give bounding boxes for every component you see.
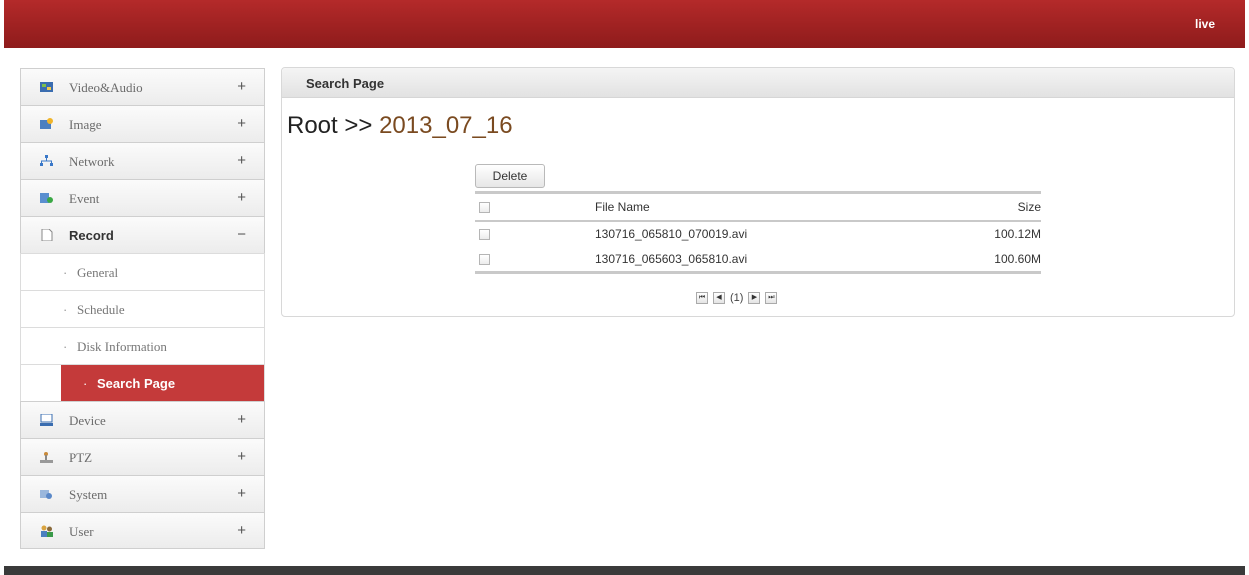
sidebar-item-video-audio[interactable]: Video&Audio + bbox=[20, 68, 265, 105]
user-icon bbox=[41, 525, 53, 537]
file-size-cell: 100.12M bbox=[994, 227, 1041, 241]
file-table: File Name Size 130716_065810_070019.avi … bbox=[475, 191, 1041, 274]
prev-page-icon[interactable]: ◀ bbox=[713, 292, 725, 304]
sidebar-item-label: PTZ bbox=[69, 450, 93, 465]
collapse-icon[interactable]: − bbox=[237, 226, 246, 243]
device-icon bbox=[40, 414, 53, 426]
expand-icon[interactable]: + bbox=[237, 522, 246, 539]
bullet-icon: · bbox=[63, 339, 68, 354]
sidebar-item-label: Device bbox=[69, 413, 106, 428]
sidebar-item-device[interactable]: Device + bbox=[20, 401, 265, 438]
bullet-icon: · bbox=[83, 376, 88, 391]
sidebar-item-label: Event bbox=[69, 191, 100, 206]
sidebar-item-network[interactable]: Network + bbox=[20, 142, 265, 179]
delete-button[interactable]: Delete bbox=[475, 164, 545, 188]
sidebar-subitem-label: Search Page bbox=[97, 376, 176, 391]
bullet-icon: · bbox=[63, 265, 68, 280]
record-icon bbox=[41, 229, 53, 241]
breadcrumb: Root >> 2013_07_16 bbox=[287, 112, 513, 140]
expand-icon[interactable]: + bbox=[237, 485, 246, 502]
file-size-cell: 100.60M bbox=[936, 246, 1041, 274]
sidebar-item-label: User bbox=[69, 524, 94, 539]
row-checkbox-cell bbox=[475, 221, 595, 247]
expand-icon[interactable]: + bbox=[237, 115, 246, 132]
sidebar-item-system[interactable]: System + bbox=[20, 475, 265, 512]
sidebar-item-image[interactable]: Image + bbox=[20, 105, 265, 142]
sidebar-item-ptz[interactable]: PTZ + bbox=[20, 438, 265, 475]
row-checkbox[interactable] bbox=[479, 229, 490, 241]
sidebar-item-label: System bbox=[69, 487, 108, 502]
network-icon bbox=[40, 155, 53, 166]
sidebar-subitem-disk-information[interactable]: · Disk Information bbox=[20, 327, 265, 364]
sidebar-item-label: Record bbox=[69, 228, 114, 243]
expand-icon[interactable]: + bbox=[237, 411, 246, 428]
expand-icon[interactable]: + bbox=[237, 152, 246, 169]
last-page-icon[interactable]: ⏭ bbox=[765, 292, 778, 304]
top-header-bar: live bbox=[4, 0, 1245, 48]
select-all-checkbox[interactable] bbox=[479, 202, 490, 214]
sidebar-item-label: Image bbox=[69, 117, 102, 132]
live-link[interactable]: live bbox=[1195, 17, 1215, 31]
expand-icon[interactable]: + bbox=[237, 448, 246, 465]
sidebar-item-record[interactable]: Record − bbox=[20, 216, 265, 253]
first-page-icon[interactable]: ⏮ bbox=[696, 292, 708, 304]
panel-title: Search Page bbox=[306, 76, 385, 91]
sidebar-menu: Video&Audio + Image + Network + Event + … bbox=[20, 68, 265, 549]
footer-bar bbox=[4, 566, 1245, 575]
expand-icon[interactable]: + bbox=[237, 78, 246, 95]
system-icon bbox=[40, 490, 52, 499]
sidebar-subitem-label: Disk Information bbox=[77, 339, 167, 354]
select-all-cell bbox=[475, 191, 595, 222]
row-checkbox-cell bbox=[475, 246, 595, 274]
search-page-panel: Search Page Root >> 2013_07_16 Delete Fi… bbox=[281, 67, 1235, 317]
breadcrumb-root[interactable]: Root bbox=[287, 112, 338, 139]
sidebar-item-event[interactable]: Event + bbox=[20, 179, 265, 216]
sidebar-subitem-label: Schedule bbox=[77, 302, 125, 317]
sidebar-subitem-search-page[interactable]: · Search Page bbox=[20, 364, 265, 401]
pagination: ⏮ ◀ (1) ▶ ⏭ bbox=[696, 292, 778, 304]
sidebar-item-label: Video&Audio bbox=[69, 80, 143, 95]
sidebar-subitem-general[interactable]: · General bbox=[20, 253, 265, 290]
breadcrumb-separator: >> bbox=[344, 112, 373, 139]
table-header-row: File Name Size bbox=[475, 191, 1041, 222]
image-icon bbox=[40, 118, 53, 129]
breadcrumb-folder: 2013_07_16 bbox=[379, 112, 513, 139]
video-audio-icon bbox=[40, 82, 53, 92]
page-number: (1) bbox=[730, 292, 744, 304]
file-name-cell[interactable]: 130716_065810_070019.avi bbox=[595, 221, 936, 247]
column-header-size: Size bbox=[936, 191, 1041, 222]
sidebar-item-label: Network bbox=[69, 154, 115, 169]
panel-header: Search Page bbox=[282, 68, 1234, 98]
column-header-file-name: File Name bbox=[595, 191, 937, 222]
bullet-icon: · bbox=[63, 302, 68, 317]
next-page-icon[interactable]: ▶ bbox=[748, 292, 761, 304]
ptz-icon bbox=[40, 452, 53, 463]
sidebar-subitem-schedule[interactable]: · Schedule bbox=[20, 290, 265, 327]
expand-icon[interactable]: + bbox=[237, 189, 246, 206]
table-row: 130716_065603_065810.avi 100.60M bbox=[475, 246, 1041, 274]
row-checkbox[interactable] bbox=[479, 254, 490, 266]
table-row: 130716_065810_070019.avi 100.12M bbox=[475, 221, 1041, 247]
file-name-cell[interactable]: 130716_065603_065810.avi bbox=[595, 246, 937, 274]
event-icon bbox=[40, 193, 53, 203]
sidebar-subitem-label: General bbox=[77, 265, 119, 280]
sidebar-item-user[interactable]: User + bbox=[20, 512, 265, 549]
